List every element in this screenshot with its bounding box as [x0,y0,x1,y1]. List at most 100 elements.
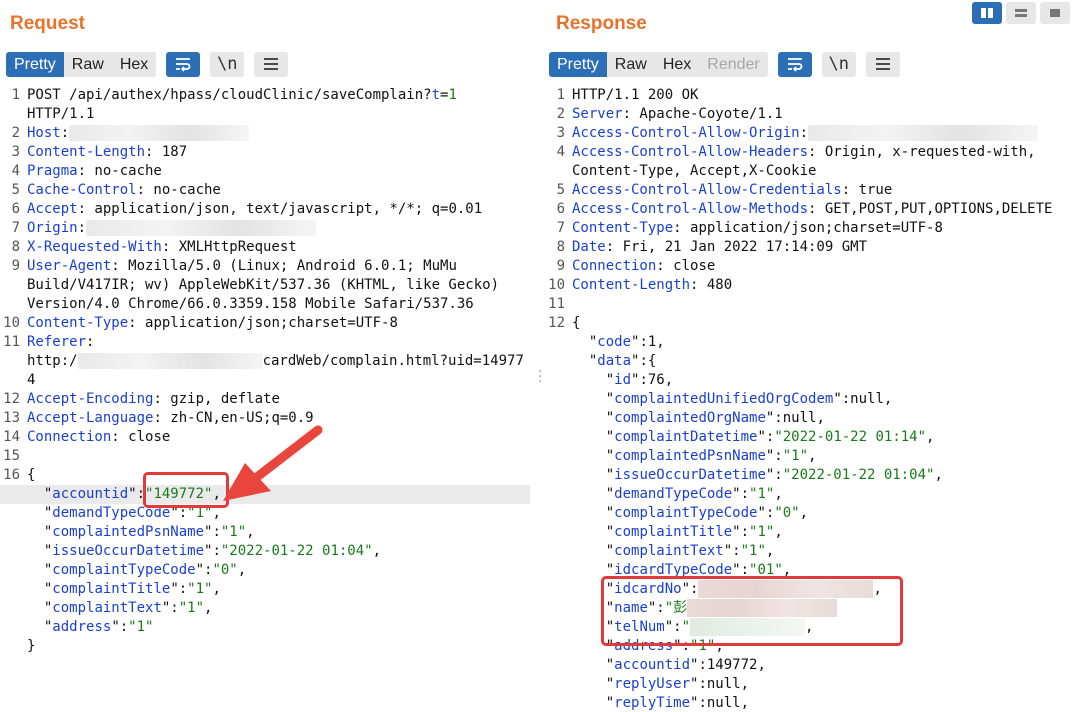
line-number: 4 [556,144,565,160]
code-token: } [27,638,36,654]
line-text: Connection: close [27,428,170,447]
line-number: 12 [3,391,20,407]
code-token: " [572,467,615,483]
code-token: complaintTypeCode [52,562,196,578]
code-token: : Origin, x-requested-with, [808,144,1036,160]
menu-icon[interactable] [254,51,289,77]
code-token: , [774,524,783,540]
response-tab-pretty[interactable]: Pretty [549,51,607,77]
pane-divider[interactable] [530,0,545,712]
code-line: 10 Content-Length: 480 [545,276,1080,295]
code-token: Connection [27,429,112,445]
line-text: Connection: close [572,257,715,276]
code-token: replyUser [614,676,691,692]
code-token: : [799,125,809,141]
code-token: : [86,334,95,350]
line-text: "complaintTypeCode":"0", [572,504,808,523]
code-token: " [572,334,598,350]
line-number: 2 [556,106,565,122]
line-text: Access-Control-Allow-Credentials: true [572,181,892,200]
code-token: , [212,581,221,597]
code-line: "complaintedPsnName":"1", [0,523,530,542]
response-tab-raw[interactable]: Raw [607,52,655,77]
line-text: "complaintDatetime":"2022-01-22 01:14", [572,428,935,447]
horizontal-view-icon[interactable] [1006,2,1036,24]
code-line: 11 [545,295,1080,314]
line-text: Access-Control-Allow-Headers: Origin, x-… [572,143,1036,162]
wrap-lines-icon[interactable] [777,51,812,77]
line-text: Accept: application/json, text/javascrip… [27,200,482,219]
line-number: 1 [556,87,565,103]
code-line: HTTP/1.1 [0,105,530,124]
code-token: " [27,600,53,616]
line-text: Pragma: no-cache [27,162,162,181]
code-token: HTTP/1.1 200 OK [572,87,699,103]
line-text: "issueOccurDatetime":"2022-01-22 01:04", [27,542,381,561]
code-line: "complaintTypeCode":"0", [545,504,1080,523]
code-line: "demandTypeCode":"1", [545,485,1080,504]
code-token: , [808,448,817,464]
code-token: ": [161,600,179,616]
code-line: 1 POST /api/authex/hpass/cloudClinic/save… [0,86,530,105]
code-line: 5 Cache-Control: no-cache [0,181,530,200]
newline-icon[interactable]: \n [821,51,856,77]
code-token: Build/V417IR; wv) AppleWebKit/537.36 (KH… [27,277,500,293]
request-tab-raw[interactable]: Raw [64,52,112,77]
code-token: Access-Control-Allow-Headers [572,144,809,160]
newline-icon[interactable]: \n [210,51,245,77]
code-token: : GET,POST,PUT,OPTIONS,DELETE [808,201,1053,217]
code-line: 9 User-Agent: Mozilla/5.0 (Linux; Android… [0,257,530,276]
code-token: "1" [178,600,205,616]
code-line: "complaintedUnifiedOrgCodem":null, [545,390,1080,409]
code-token: ": [204,524,221,540]
code-token: complaintDatetime [614,429,758,445]
arrow-icon [223,425,323,501]
single-view-icon[interactable] [1040,2,1070,24]
line-number: 8 [11,239,20,255]
code-token: ": [723,543,741,559]
code-line: http:/ cardWeb/complain.html?uid=14977 [0,352,530,371]
line-text: "complaintText":"1", [27,599,213,618]
drag-handle-icon[interactable]: · · · [538,365,542,389]
request-pane: Request Pretty Raw Hex \n 1 POST /api/authe… [0,0,530,712]
code-token: Access-Control-Allow-Origin [572,125,800,141]
code-token: " [27,581,53,597]
code-line: } [0,637,530,656]
code-token: ": [765,467,783,483]
code-line: 9 Connection: close [545,257,1080,276]
response-tab-hex[interactable]: Hex [655,52,699,77]
code-token: , [934,467,943,483]
line-text: { [572,314,580,333]
line-number: 1 [11,87,20,103]
code-token: " [572,353,598,369]
request-tab-hex[interactable]: Hex [112,52,156,77]
code-token: Origin [27,220,78,236]
code-line: "replyUser":null, [545,675,1080,694]
response-toolbar: Pretty Raw Hex Render \n [549,51,900,77]
code-line: 8 Date: Fri, 21 Jan 2022 17:14:09 GMT [545,238,1080,257]
request-tab-pretty[interactable]: Pretty [6,51,64,77]
line-number: 12 [548,315,565,331]
line-number: 6 [556,201,565,217]
request-editor[interactable]: 1 POST /api/authex/hpass/cloudClinic/save… [0,86,530,712]
line-text: "replyUser":null, [572,675,749,694]
request-title: Request [10,13,85,34]
line-text: Content-Type: application/json;charset=U… [572,219,943,238]
code-line: 4 Pragma: no-cache [0,162,530,181]
line-text: http:/ cardWeb/complain.html?uid=14977 [27,352,524,371]
line-text: Access-Control-Allow-Origin: [572,124,1039,143]
code-line: 8 X-Requested-With: XMLHttpRequest [0,238,530,257]
response-pane: Response Pretty Raw Hex Render \n 1 HTTP/1.1… [545,0,1080,712]
split-view-icon[interactable] [972,2,1002,24]
request-toolbar: Pretty Raw Hex \n [6,51,289,77]
response-tab-render[interactable]: Render [699,52,767,77]
code-line: Build/V417IR; wv) AppleWebKit/537.36 (KH… [0,276,530,295]
code-token: : zh-CN,en-US;q=0.9 [153,410,314,426]
line-text: Host: [27,124,250,143]
wrap-lines-icon[interactable] [166,51,201,77]
menu-icon[interactable] [865,51,900,77]
code-token: : no-cache [77,163,162,179]
code-line: 6 Accept: application/json, text/javascri… [0,200,530,219]
line-text: User-Agent: Mozilla/5.0 (Linux; Android … [27,257,457,276]
code-token: complaintText [614,543,724,559]
